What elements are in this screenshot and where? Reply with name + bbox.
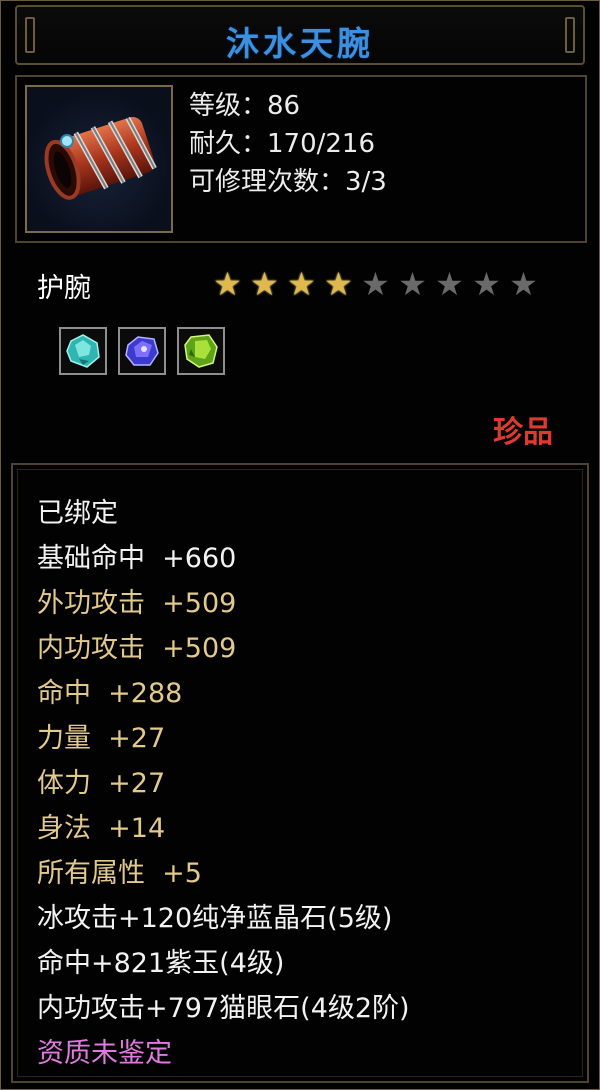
attribute-line: 内功攻击 +509 bbox=[37, 633, 237, 664]
attribute-line: 冰攻击+120纯净蓝晶石(5级) bbox=[37, 903, 393, 934]
star-empty-icon: ★ bbox=[509, 265, 538, 303]
star-filled-icon: ★ bbox=[324, 265, 353, 303]
star-empty-icon: ★ bbox=[398, 265, 427, 303]
item-tooltip: 沐水天腕 等级：86 耐久：170/216 可修理次数：3/3 护腕 ★ ★ ★… bbox=[0, 0, 600, 1090]
attribute-line: 力量 +27 bbox=[37, 723, 166, 754]
title-bar: 沐水天腕 bbox=[15, 5, 585, 65]
rarity-label: 珍品 bbox=[493, 415, 553, 450]
attribute-line: 命中 +288 bbox=[37, 678, 183, 709]
bracer-icon[interactable] bbox=[25, 85, 173, 233]
attribute-line: 身法 +14 bbox=[37, 813, 166, 844]
title-ornament-right bbox=[565, 17, 575, 53]
purple-gem-icon[interactable] bbox=[118, 327, 166, 375]
attribute-line: 体力 +27 bbox=[37, 768, 166, 799]
item-info-panel: 等级：86 耐久：170/216 可修理次数：3/3 bbox=[15, 75, 587, 243]
attribute-line: 已绑定 bbox=[37, 498, 118, 529]
star-filled-icon: ★ bbox=[287, 265, 316, 303]
star-filled-icon: ★ bbox=[250, 265, 279, 303]
attribute-line: 资质未鉴定 bbox=[37, 1038, 172, 1069]
star-empty-icon: ★ bbox=[361, 265, 390, 303]
star-filled-icon: ★ bbox=[213, 265, 242, 303]
level-stat: 等级：86 bbox=[189, 91, 301, 121]
attribute-line: 外功攻击 +509 bbox=[37, 588, 237, 619]
item-stats: 等级：86 耐久：170/216 可修理次数：3/3 bbox=[189, 87, 387, 201]
cyan-gem-icon[interactable] bbox=[59, 327, 107, 375]
attribute-line: 命中+821紫玉(4级) bbox=[37, 948, 285, 979]
item-title: 沐水天腕 bbox=[226, 24, 374, 63]
attribute-line: 内功攻击+797猫眼石(4级2阶) bbox=[37, 993, 410, 1024]
attribute-panel: 已绑定基础命中 +660 外功攻击 +509 内功攻击 +509 命中 +288 力量 … bbox=[11, 463, 589, 1083]
item-type-label: 护腕 bbox=[37, 273, 91, 304]
green-gem-icon[interactable] bbox=[177, 327, 225, 375]
repair-count-stat: 可修理次数：3/3 bbox=[189, 167, 387, 197]
star-rating: ★ ★ ★ ★ ★ ★ ★ ★ ★ bbox=[209, 266, 542, 306]
durability-stat: 耐久：170/216 bbox=[189, 129, 376, 159]
attribute-line: 所有属性 +5 bbox=[37, 858, 202, 889]
attribute-line: 基础命中 +660 bbox=[37, 543, 237, 574]
gem-sockets bbox=[59, 327, 225, 375]
star-empty-icon: ★ bbox=[472, 265, 501, 303]
star-empty-icon: ★ bbox=[435, 265, 464, 303]
